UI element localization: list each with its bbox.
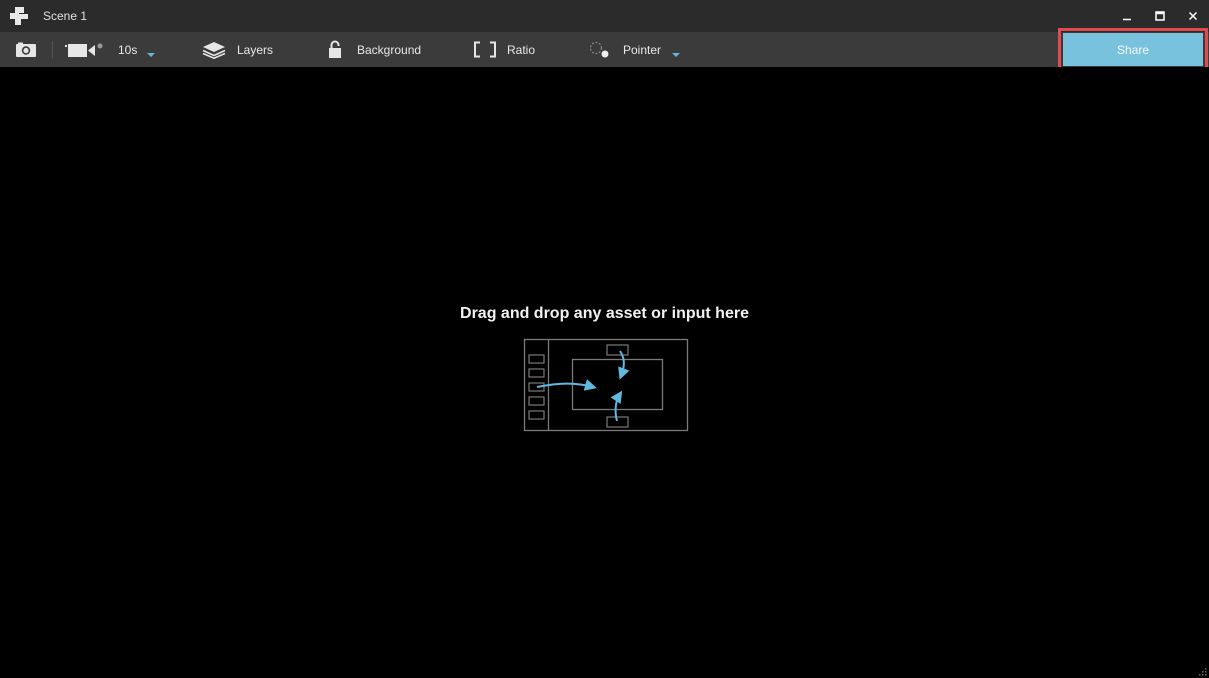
pointer-button[interactable]: Pointer	[588, 32, 661, 67]
camera-icon	[16, 42, 36, 57]
toolbar: 10s Layers Background Ratio Pointer	[0, 32, 1209, 67]
pointer-icon	[589, 41, 609, 57]
window-title: Scene 1	[43, 9, 88, 23]
ratio-label: Ratio	[507, 42, 536, 57]
background-button[interactable]: Background	[328, 32, 421, 67]
video-camera-icon	[65, 43, 103, 57]
toolbar-divider	[52, 41, 53, 58]
app-logo-icon	[10, 7, 28, 25]
ratio-button[interactable]: Ratio	[474, 32, 535, 67]
record-duration-dropdown[interactable]: 10s	[118, 32, 137, 67]
record-button[interactable]	[64, 32, 104, 67]
share-highlight: Share	[1058, 28, 1208, 71]
close-icon	[1188, 11, 1198, 21]
pointer-label: Pointer	[623, 42, 662, 57]
minimize-icon	[1123, 18, 1131, 21]
share-button[interactable]: Share	[1063, 33, 1203, 66]
layers-label: Layers	[237, 42, 274, 57]
title-bar: Scene 1	[0, 0, 1209, 32]
snapshot-button[interactable]	[15, 32, 37, 67]
aspect-ratio-icon	[474, 41, 496, 58]
drag-drop-illustration-icon	[523, 338, 689, 432]
drop-hint-text: Drag and drop any asset or input here	[460, 305, 749, 322]
resize-grip-icon[interactable]	[1199, 668, 1207, 676]
record-duration-value: 10s	[118, 42, 138, 57]
maximize-icon	[1155, 11, 1165, 21]
pointer-chevron-down-icon[interactable]	[672, 53, 680, 57]
duration-chevron-down-icon[interactable]	[147, 53, 155, 57]
scene-canvas[interactable]: Drag and drop any asset or input here	[0, 67, 1209, 678]
background-label: Background	[357, 42, 422, 57]
layers-icon	[202, 41, 226, 59]
layers-button[interactable]: Layers	[202, 32, 273, 67]
padlock-icon	[329, 40, 341, 58]
